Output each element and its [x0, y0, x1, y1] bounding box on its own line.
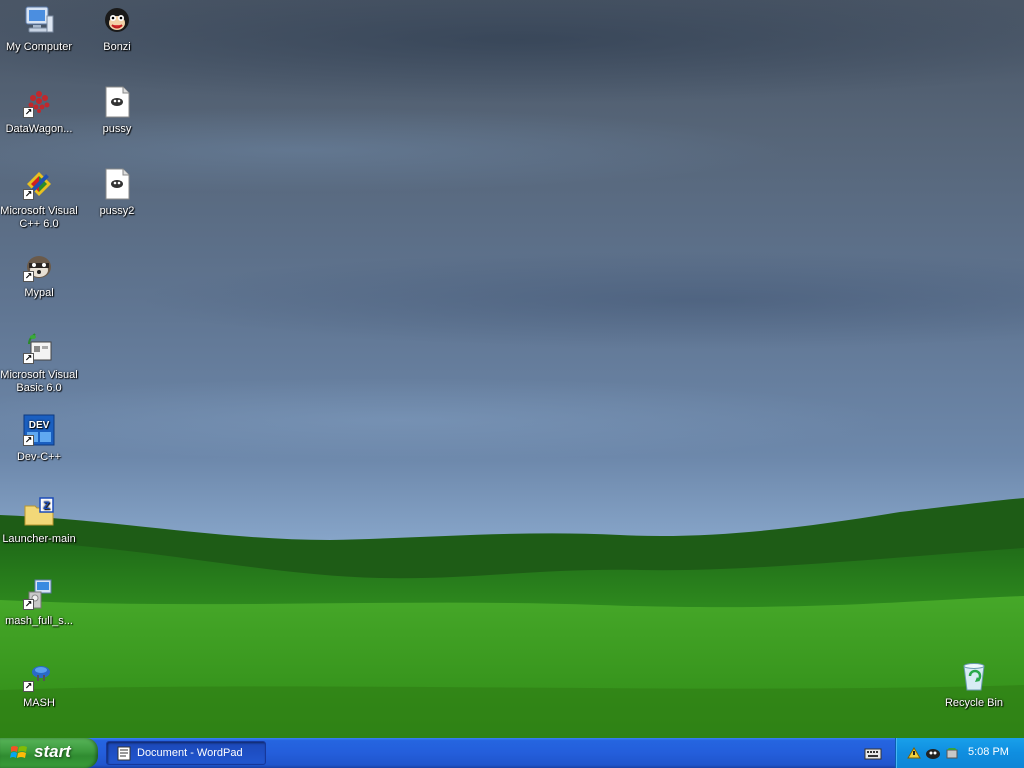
shortcut-arrow-icon: ↗ [23, 271, 34, 282]
visual-basic-icon: ↗ [23, 332, 55, 364]
shortcut-arrow-icon: ↗ [23, 599, 34, 610]
file-icon [101, 168, 133, 200]
wordpad-icon [117, 746, 131, 761]
system-tray: 5:08 PM [895, 738, 1024, 768]
launcher-badge-text: Z [43, 500, 50, 512]
windows-flag-icon [10, 744, 28, 762]
recycle-bin-icon [958, 660, 990, 692]
network-icon[interactable] [906, 745, 922, 761]
desktop-icon-visual-cpp[interactable]: ↗ Microsoft Visual C++ 6.0 [0, 168, 78, 231]
desktop-icon-label: Microsoft Visual Basic 6.0 [0, 369, 78, 394]
taskbar-button-label: Document - WordPad [137, 747, 243, 759]
desktop-icon-label: Recycle Bin [944, 697, 1004, 709]
mypal-icon: ↗ [23, 250, 55, 282]
desktop-icon-label: Dev-C++ [16, 451, 62, 463]
clock[interactable]: 5:08 PM [968, 746, 1009, 758]
desktop-icon-label: pussy2 [99, 205, 135, 217]
shortcut-arrow-icon: ↗ [23, 189, 34, 200]
safely-remove-icon[interactable] [944, 745, 960, 761]
desktop-icon-label: pussy [102, 123, 132, 135]
desktop-icon-bonzi[interactable]: Bonzi [78, 4, 156, 54]
mash-icon: ↗ [23, 660, 55, 692]
desktop-icon-label: MASH [23, 697, 55, 709]
shortcut-arrow-icon: ↗ [23, 435, 34, 446]
desktop-icon-mypal[interactable]: ↗ Mypal [0, 250, 78, 300]
desktop-icon-dev-cpp[interactable]: DEV ↗ Dev-C++ [0, 414, 78, 464]
desktop-icon-recycle-bin[interactable]: Recycle Bin [935, 660, 1013, 710]
my-computer-icon [23, 4, 55, 36]
desktop-icon-pussy[interactable]: pussy [78, 86, 156, 136]
shortcut-arrow-icon: ↗ [23, 681, 34, 692]
desktop-icon-visual-basic[interactable]: ↗ Microsoft Visual Basic 6.0 [0, 332, 78, 395]
desktop-icon-datawagon[interactable]: ↗ DataWagon... [0, 86, 78, 136]
desktop-icon-label: mash_full_s... [5, 615, 73, 627]
desktop-icon-label: Mypal [24, 287, 54, 299]
shortcut-arrow-icon: ↗ [23, 107, 34, 118]
dev-cpp-badge-text: DEV [29, 420, 50, 431]
desktop-icon-pussy2[interactable]: pussy2 [78, 168, 156, 218]
bonzi-tray-icon[interactable] [925, 745, 941, 761]
desktop-icon-launcher-main[interactable]: Z Launcher-main [0, 496, 78, 546]
desktop-icon-my-computer[interactable]: My Computer [0, 4, 78, 54]
visual-cpp-icon: ↗ [23, 168, 55, 200]
desktop-icon-label: Bonzi [103, 41, 131, 53]
shortcut-arrow-icon: ↗ [23, 353, 34, 364]
desktop[interactable]: My Computer ↗ DataWagon... ↗ Microsoft V… [0, 0, 1024, 738]
taskbar-button-wordpad[interactable]: Document - WordPad [106, 741, 266, 765]
start-label: start [34, 742, 71, 761]
file-icon [101, 86, 133, 118]
bonzi-icon [101, 4, 133, 36]
start-button[interactable]: start [0, 738, 98, 768]
desktop-icon-mash[interactable]: ↗ MASH [0, 660, 78, 710]
dev-cpp-icon: DEV ↗ [23, 414, 55, 446]
folder-icon: Z [23, 496, 55, 528]
desktop-icon-label: DataWagon... [5, 123, 73, 135]
desktop-icon-label: My Computer [5, 41, 73, 53]
datawagon-icon: ↗ [23, 86, 55, 118]
taskbar: start Document - WordPad 5:08 PM [0, 738, 1024, 768]
installer-icon: ↗ [23, 578, 55, 610]
desktop-icon-mash-full[interactable]: ↗ mash_full_s... [0, 578, 78, 628]
desktop-icon-label: Microsoft Visual C++ 6.0 [0, 205, 78, 230]
desktop-icon-label: Launcher-main [2, 533, 76, 545]
keyboard-icon[interactable] [864, 745, 882, 761]
